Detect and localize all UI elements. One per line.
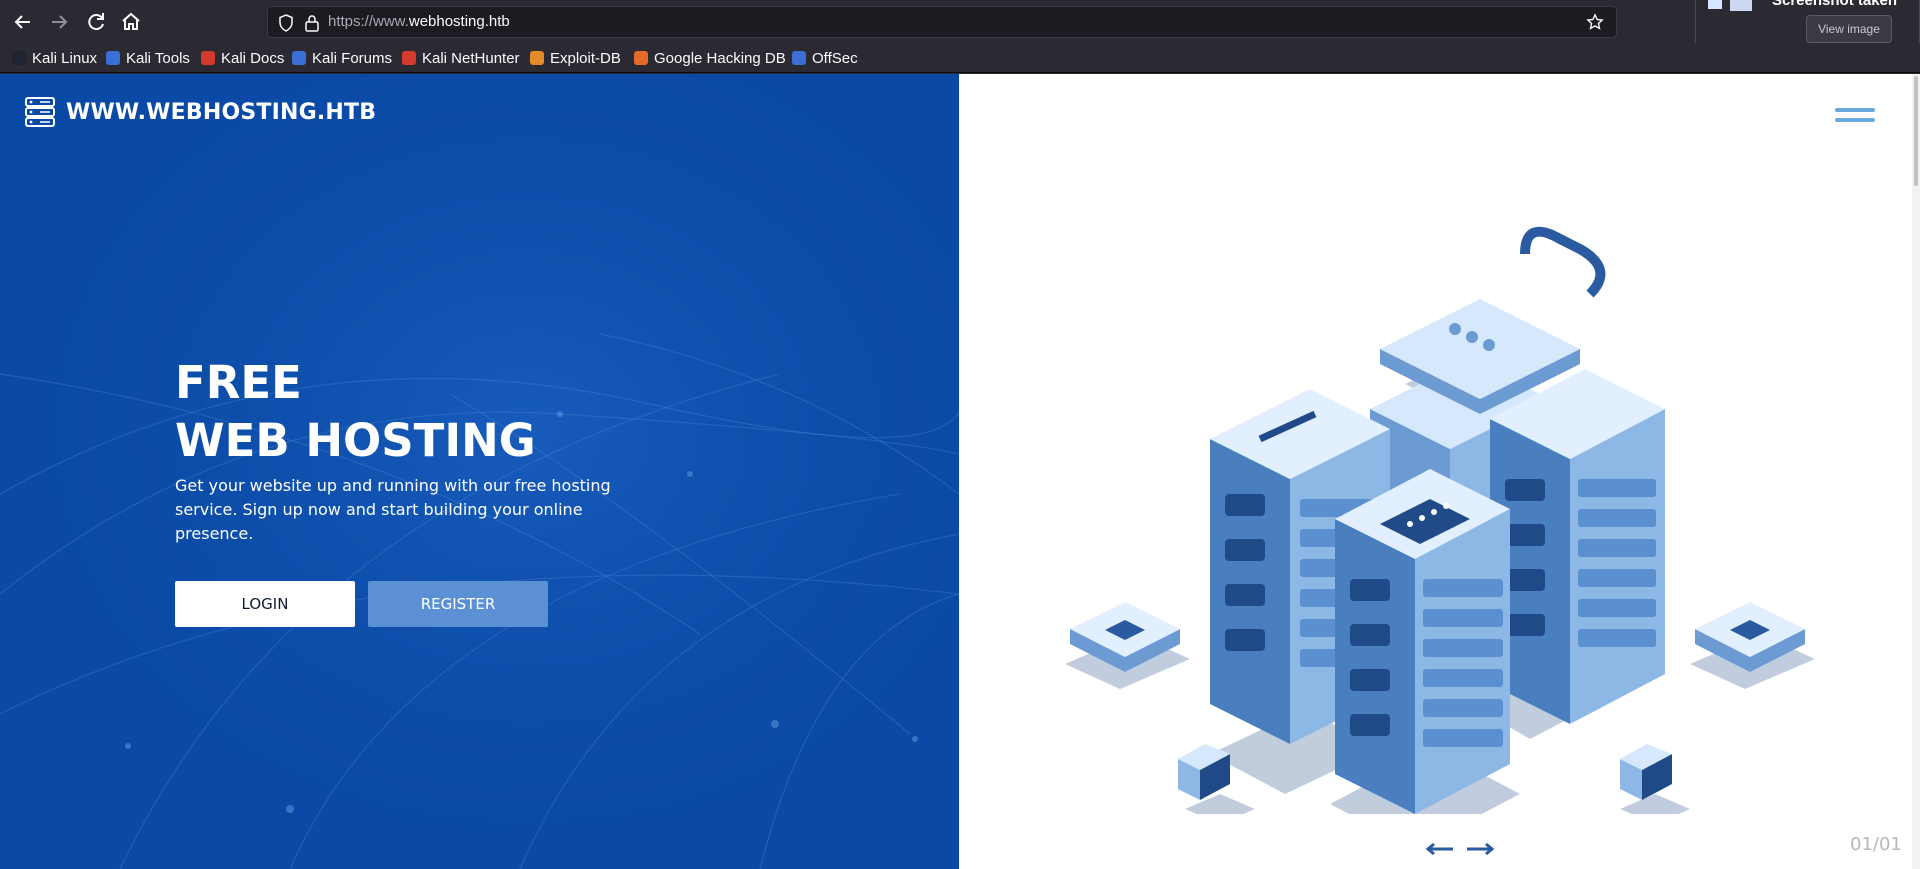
hamburger-icon [1835,118,1875,122]
kali-docs-icon [201,51,215,65]
slider-prev-arrow-icon[interactable] [1425,842,1455,856]
hero-section: WWW.WEBHOSTING.HTB FREE WEB HOSTING Get … [0,74,959,869]
back-button[interactable] [11,10,35,34]
page-scrollbar[interactable] [1912,74,1920,869]
bookmark-label: Google Hacking DB [654,49,786,67]
register-button[interactable]: REGISTER [368,581,548,627]
url-bar[interactable]: https://www.webhosting.htb [267,6,1617,38]
bookmark-label: Kali Tools [126,49,190,67]
site-name: WWW.WEBHOSTING.HTB [66,99,377,125]
scrollbar-thumb[interactable] [1914,76,1918,186]
bookmark-label: Kali Forums [312,49,393,67]
bookmark-label: Kali Docs [221,49,285,67]
slider-next-arrow-icon[interactable] [1465,842,1495,856]
notification-thumbnail [1730,0,1752,11]
offsec-icon [792,51,806,65]
hero-description: Get your website up and running with our… [175,476,611,543]
bookmark-kali-tools[interactable]: Kali Tools [106,48,190,68]
bookmark-google-hacking-db[interactable]: Google Hacking DB [634,48,786,68]
login-button[interactable]: LOGIN [175,581,355,627]
hero-title-line: FREE [175,356,302,409]
bookmark-star-icon[interactable] [1586,13,1604,31]
bookmark-kali-nethunter[interactable]: Kali NetHunter [402,48,520,68]
arrow-right-icon [52,15,68,29]
hamburger-icon [1835,108,1875,112]
reload-button[interactable] [84,10,108,34]
server-rack-illustration [1065,226,1815,814]
shield-icon[interactable] [278,14,294,32]
kali-tools-icon [106,51,120,65]
hero-title: FREE WEB HOSTING [175,354,536,470]
notification-title: Screenshot taken [1772,0,1898,9]
server-icon [25,97,55,127]
view-image-button[interactable]: View image [1806,15,1892,43]
home-button[interactable] [119,10,143,34]
bookmark-kali-forums[interactable]: Kali Forums [292,48,392,68]
kali-nethunter-icon [402,51,416,65]
bookmark-kali-docs[interactable]: Kali Docs [201,48,284,68]
bookmark-label: Exploit-DB [550,49,621,67]
forward-button[interactable] [47,10,71,34]
bookmarks-bar: Kali Linux Kali Tools Kali Docs Kali For… [0,43,1920,73]
lock-icon[interactable] [304,14,320,32]
network-background [0,74,959,869]
site-logo[interactable]: WWW.WEBHOSTING.HTB [24,96,376,128]
bookmark-label: OffSec [812,49,858,67]
reload-icon [88,13,104,31]
kali-dragon-icon [12,51,26,65]
exploit-db-icon [530,51,544,65]
notification-thumbnail [1708,0,1722,9]
url-text[interactable]: https://www.webhosting.htb [328,7,510,37]
hero-title-line: WEB HOSTING [175,414,536,467]
home-icon [122,12,140,30]
menu-toggle-button[interactable] [1835,105,1875,127]
bookmark-offsec[interactable]: OffSec [792,48,858,68]
slide-counter: 01/01 [1850,834,1902,855]
bookmark-label: Kali Linux [32,49,98,67]
bookmark-label: Kali NetHunter [422,49,520,67]
google-hacking-db-icon [634,51,648,65]
bookmark-exploit-db[interactable]: Exploit-DB [530,48,621,68]
bookmark-kali-linux[interactable]: Kali Linux [12,48,97,68]
arrow-left-icon [14,15,30,29]
web-page: WWW.WEBHOSTING.HTB FREE WEB HOSTING Get … [0,74,1920,869]
browser-toolbar: https://www.webhosting.htb Screenshot ta… [0,0,1920,62]
kali-forums-icon [292,51,306,65]
